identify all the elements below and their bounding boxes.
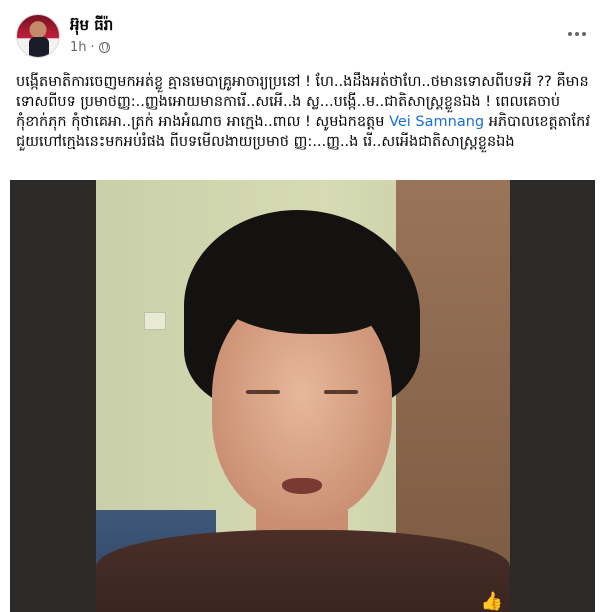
person-eye-right bbox=[324, 390, 358, 394]
person-shirt bbox=[96, 530, 510, 612]
author-avatar[interactable] bbox=[16, 14, 60, 58]
mention-link[interactable]: Vei Samnang bbox=[389, 114, 484, 130]
wall-switch bbox=[144, 312, 166, 330]
post-meta: 1h · bbox=[70, 40, 110, 55]
post-header: អ៊ុម ធីរ៉ា 1h · bbox=[16, 14, 591, 60]
facebook-post-card: អ៊ុម ធីរ៉ា 1h · បង្កើតមាតិការចេញមកអត់ខ្ល… bbox=[0, 0, 605, 612]
post-time[interactable]: 1h bbox=[70, 40, 87, 55]
video-frame bbox=[96, 180, 510, 612]
person-eye-left bbox=[246, 390, 280, 394]
more-options-icon[interactable] bbox=[563, 24, 591, 44]
person-mouth bbox=[282, 478, 322, 494]
globe-icon[interactable] bbox=[98, 42, 110, 53]
author-name[interactable]: អ៊ុម ធីរ៉ា bbox=[70, 16, 113, 38]
post-video[interactable]: 👍 bbox=[10, 180, 595, 612]
thumbs-up-icon[interactable]: 👍 bbox=[480, 592, 504, 612]
meta-separator: · bbox=[90, 40, 95, 55]
post-caption: បង្កើតមាតិការចេញមកអត់ខ្លួ គ្មានមេបាគ្រូអ… bbox=[16, 72, 591, 152]
